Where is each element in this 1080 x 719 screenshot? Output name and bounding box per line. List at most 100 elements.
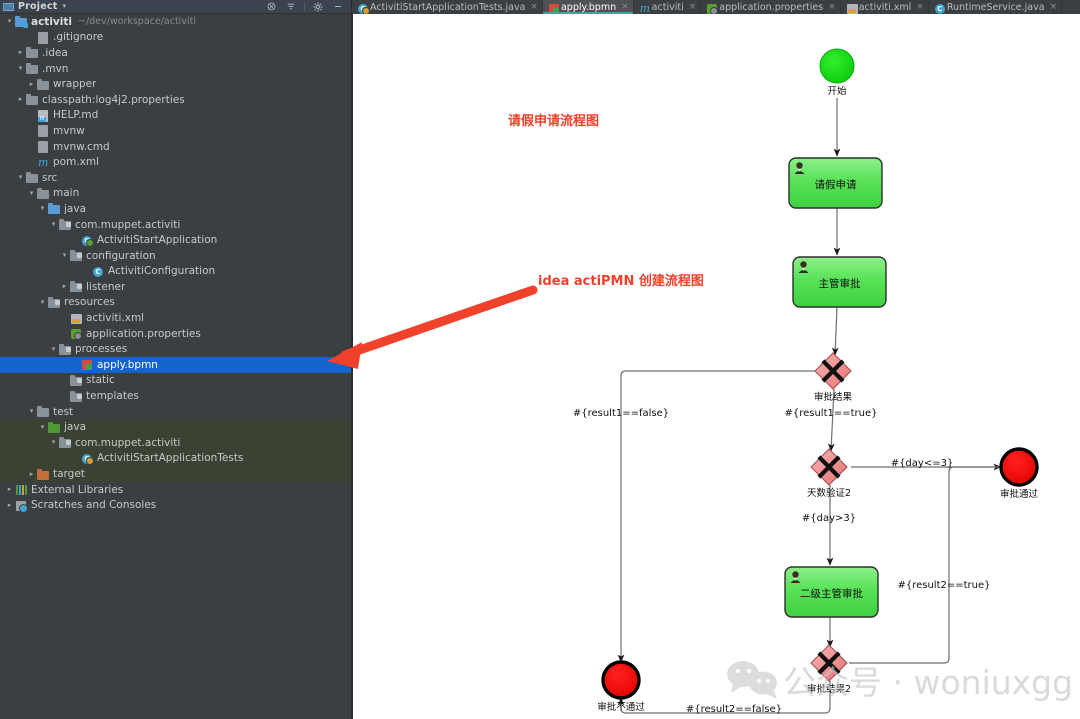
tree-row-activiti[interactable]: ▾ activiti ~/dev/workspace/activiti: [0, 14, 351, 30]
tree-row-main[interactable]: ▾ main: [0, 186, 351, 202]
twisty-expanded-icon[interactable]: ▾: [26, 189, 37, 197]
folder-package-icon: [70, 249, 83, 262]
tree-row-templates[interactable]: templates: [0, 388, 351, 404]
class-spring-icon: C: [81, 234, 94, 247]
folder-package-icon: [70, 374, 83, 387]
twisty-expanded-icon[interactable]: ▾: [26, 408, 37, 415]
close-icon[interactable]: ×: [530, 2, 538, 12]
twisty-collapsed-icon[interactable]: ▸: [15, 96, 26, 103]
tree-row-mvnw[interactable]: mvnw: [0, 123, 351, 139]
tree-row-label: com.muppet.activiti: [75, 436, 181, 449]
twisty-expanded-icon[interactable]: ▾: [4, 18, 15, 25]
tree-row-test[interactable]: ▾ test: [0, 404, 351, 420]
tree-row-label: apply.bpmn: [97, 358, 158, 371]
twisty-expanded-icon[interactable]: ▾: [15, 65, 26, 72]
bpmn-node-start[interactable]: 开始: [819, 48, 855, 97]
tree-row-java[interactable]: ▾ java: [0, 419, 351, 436]
tree-row-target[interactable]: ▸ target: [0, 466, 351, 482]
tree-row-resources[interactable]: ▾ resources: [0, 295, 351, 311]
tree-row-external-libraries[interactable]: ▸ External Libraries: [0, 482, 351, 498]
gear-icon[interactable]: [308, 0, 328, 14]
twisty-collapsed-icon[interactable]: ▸: [59, 283, 70, 290]
twisty-expanded-icon[interactable]: ▾: [37, 205, 48, 212]
twisty-collapsed-icon[interactable]: ▸: [15, 49, 26, 56]
close-icon[interactable]: ×: [621, 2, 629, 12]
twisty-collapsed-icon[interactable]: ▸: [4, 486, 15, 493]
editor-tab-bar[interactable]: C ActivitiStartApplicationTests.java × appl…: [352, 0, 1080, 14]
bpmn-node-task1[interactable]: 请假申请: [788, 157, 883, 209]
tree-row-com.muppet.activiti[interactable]: ▾ com.muppet.activiti: [0, 435, 351, 451]
editor-tab-label: activiti: [651, 1, 684, 13]
project-panel-header: Project ▾: [0, 0, 351, 14]
close-icon[interactable]: ×: [828, 2, 836, 12]
tree-row-src[interactable]: ▾ src: [0, 170, 351, 186]
tree-row-listener[interactable]: ▸ listener: [0, 279, 351, 295]
editor-tab-activiti[interactable]: m activiti ×: [634, 0, 702, 14]
toolbar-divider: [304, 1, 305, 12]
close-icon[interactable]: ×: [1050, 2, 1058, 12]
twisty-collapsed-icon[interactable]: ▸: [26, 80, 37, 88]
file-xml-icon: [846, 2, 858, 14]
tree-row-apply.bpmn[interactable]: apply.bpmn: [0, 357, 351, 373]
tree-row-label: Scratches and Consoles: [31, 499, 157, 512]
flow-condition-label: #{result2==true}: [897, 580, 990, 591]
close-icon[interactable]: ×: [689, 2, 697, 12]
editor-tab-apply.bpmn[interactable]: apply.bpmn ×: [542, 0, 634, 14]
tree-row-static[interactable]: static: [0, 373, 351, 389]
minimize-icon[interactable]: [328, 0, 348, 14]
bpmn-node-endPass[interactable]: 审批通过: [999, 447, 1039, 500]
bpmn-node-task2[interactable]: 主管审批: [792, 256, 887, 308]
tree-row-activitistartapplication[interactable]: C ActivitiStartApplication: [0, 232, 351, 248]
tree-row-help.md[interactable]: M HELP.md: [0, 108, 351, 124]
tree-row-mvnw.cmd[interactable]: mvnw.cmd: [0, 139, 351, 155]
twisty-collapsed-icon[interactable]: ▸: [26, 470, 37, 478]
bpmn-node-gw1[interactable]: 审批结果: [814, 352, 853, 403]
editor-tab-activitistartapplicationtests.java[interactable]: C ActivitiStartApplicationTests.java ×: [352, 0, 543, 14]
folder-source-icon: [48, 202, 61, 215]
tree-row-.gitignore[interactable]: .gitignore: [0, 30, 351, 46]
folder-resource-icon: [48, 296, 61, 309]
tree-row-.idea[interactable]: ▸ .idea: [0, 45, 351, 61]
file-properties-icon: [70, 327, 83, 341]
tree-row-activiticonfiguration[interactable]: C ActivitiConfiguration: [0, 264, 351, 280]
tree-row-com.muppet.activiti[interactable]: ▾ com.muppet.activiti: [0, 217, 351, 233]
collapse-all-icon[interactable]: [261, 0, 281, 14]
editor-tab-application.properties[interactable]: application.properties ×: [701, 0, 841, 14]
bpmn-diagram-canvas[interactable]: 开始 请假申请 主管审批 审批结果 天数验证2 二级主管审批 审批结果2 审批通过 审批不通过 …: [352, 14, 1080, 719]
project-tree[interactable]: ▾ activiti ~/dev/workspace/activiti .gitign…: [0, 14, 351, 719]
flatten-packages-icon[interactable]: [281, 0, 301, 14]
close-icon[interactable]: ×: [916, 2, 924, 12]
bpmn-node-endFail[interactable]: 审批不通过: [597, 660, 645, 713]
tree-row-processes[interactable]: ▾ processes: [0, 341, 351, 357]
bpmn-node-task3[interactable]: 二级主管审批: [784, 566, 879, 618]
tree-row-java[interactable]: ▾ java: [0, 201, 351, 217]
bpmn-node-label: 二级主管审批: [800, 587, 863, 600]
folder-icon: [37, 78, 50, 91]
tree-row-scratches-and-consoles[interactable]: ▸ Scratches and Consoles: [0, 497, 351, 513]
tree-row-activiti.xml[interactable]: activiti.xml: [0, 310, 351, 326]
panel-title: Project: [18, 1, 58, 12]
twisty-expanded-icon[interactable]: ▾: [48, 221, 59, 228]
tree-row-application.properties[interactable]: application.properties: [0, 326, 351, 342]
twisty-expanded-icon[interactable]: ▾: [48, 345, 59, 353]
tree-row-wrapper[interactable]: ▸ wrapper: [0, 76, 351, 92]
folder-icon: [26, 62, 39, 75]
tree-row-.mvn[interactable]: ▾ .mvn: [0, 61, 351, 77]
twisty-collapsed-icon[interactable]: ▸: [4, 501, 15, 509]
twisty-expanded-icon[interactable]: ▾: [37, 298, 48, 306]
twisty-expanded-icon[interactable]: ▾: [48, 439, 59, 446]
tree-row-classpath-log4j2.properties[interactable]: ▸ classpath:log4j2.properties: [0, 92, 351, 108]
file-bpmn-icon: [81, 358, 94, 371]
twisty-expanded-icon[interactable]: ▾: [37, 423, 48, 431]
editor-tab-runtimeservice.java[interactable]: C RuntimeService.java ×: [929, 0, 1063, 14]
tree-row-activitistartapplicationtests[interactable]: C ActivitiStartApplicationTests: [0, 450, 351, 467]
twisty-expanded-icon[interactable]: ▾: [59, 252, 70, 259]
tree-row-configuration[interactable]: ▾ configuration: [0, 248, 351, 264]
tree-row-pom.xml[interactable]: m pom.xml: [0, 154, 351, 170]
editor-tab-activiti.xml[interactable]: activiti.xml ×: [841, 0, 929, 14]
tree-row-label: wrapper: [53, 78, 97, 91]
editor-tab-label: RuntimeService.java: [946, 1, 1045, 13]
chevron-down-icon[interactable]: ▾: [62, 3, 66, 10]
twisty-expanded-icon[interactable]: ▾: [15, 174, 26, 181]
bpmn-node-gw2[interactable]: 天数验证2: [807, 448, 851, 499]
